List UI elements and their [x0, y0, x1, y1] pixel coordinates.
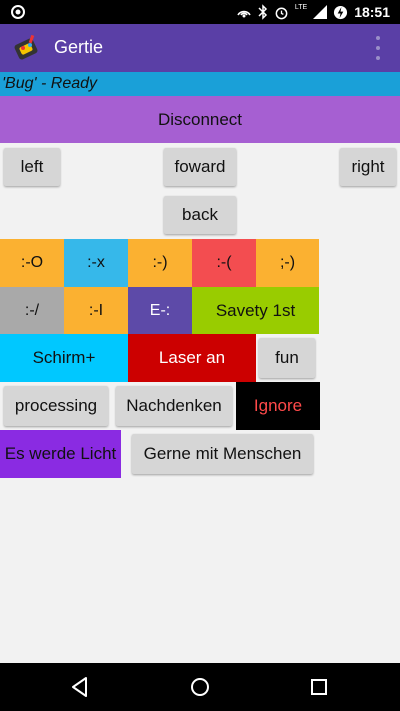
- back-button[interactable]: back: [164, 196, 236, 234]
- face-button-reverse[interactable]: E-:: [128, 287, 192, 334]
- licht-button[interactable]: Es werde Licht: [0, 430, 121, 478]
- face-button-kiss[interactable]: :-x: [64, 239, 128, 287]
- safety-first-button[interactable]: Savety 1st: [192, 287, 319, 334]
- battery-icon: [334, 5, 348, 19]
- alarm-icon: [275, 7, 288, 19]
- connection-status-text: 'Bug' - Ready: [2, 75, 98, 92]
- back-nav-icon[interactable]: [70, 676, 90, 698]
- face-button-wink[interactable]: ;-): [256, 239, 319, 287]
- robot-app-icon: [14, 34, 38, 60]
- recents-nav-icon[interactable]: [310, 678, 328, 696]
- network-type: LTE: [294, 3, 308, 11]
- face-button-smile[interactable]: :-): [128, 239, 192, 287]
- navigation-bar: [0, 663, 400, 711]
- overflow-menu-icon[interactable]: [374, 36, 382, 60]
- fun-button[interactable]: fun: [259, 338, 315, 378]
- processing-button[interactable]: processing: [4, 386, 108, 426]
- connection-status-bar: 'Bug' - Ready: [0, 72, 400, 96]
- menschen-button[interactable]: Gerne mit Menschen: [132, 434, 313, 474]
- left-button[interactable]: left: [4, 148, 60, 186]
- ignore-button[interactable]: Ignore: [236, 382, 320, 430]
- forward-button[interactable]: foward: [164, 148, 236, 186]
- face-button-neutral[interactable]: :-I: [64, 287, 128, 334]
- face-button-sad[interactable]: :-(: [192, 239, 256, 287]
- signal-icon: [313, 5, 328, 19]
- status-bar: LTE 18:51: [0, 0, 400, 24]
- face-button-surprised[interactable]: :-O: [0, 239, 64, 287]
- disconnect-button[interactable]: Disconnect: [0, 96, 400, 143]
- home-nav-icon[interactable]: [190, 677, 210, 697]
- bluetooth-icon: [258, 4, 267, 20]
- hotspot-icon: [237, 10, 251, 18]
- app-title: Gertie: [54, 37, 104, 57]
- right-button[interactable]: right: [340, 148, 396, 186]
- schirm-button[interactable]: Schirm+: [0, 334, 128, 382]
- app-bar: Gertie: [0, 24, 400, 72]
- face-button-skeptical[interactable]: :-/: [0, 287, 64, 334]
- status-time: 18:51: [354, 4, 390, 20]
- nachdenken-button[interactable]: Nachdenken: [116, 386, 232, 426]
- laser-button[interactable]: Laser an: [128, 334, 256, 382]
- notification-icon: [11, 5, 25, 19]
